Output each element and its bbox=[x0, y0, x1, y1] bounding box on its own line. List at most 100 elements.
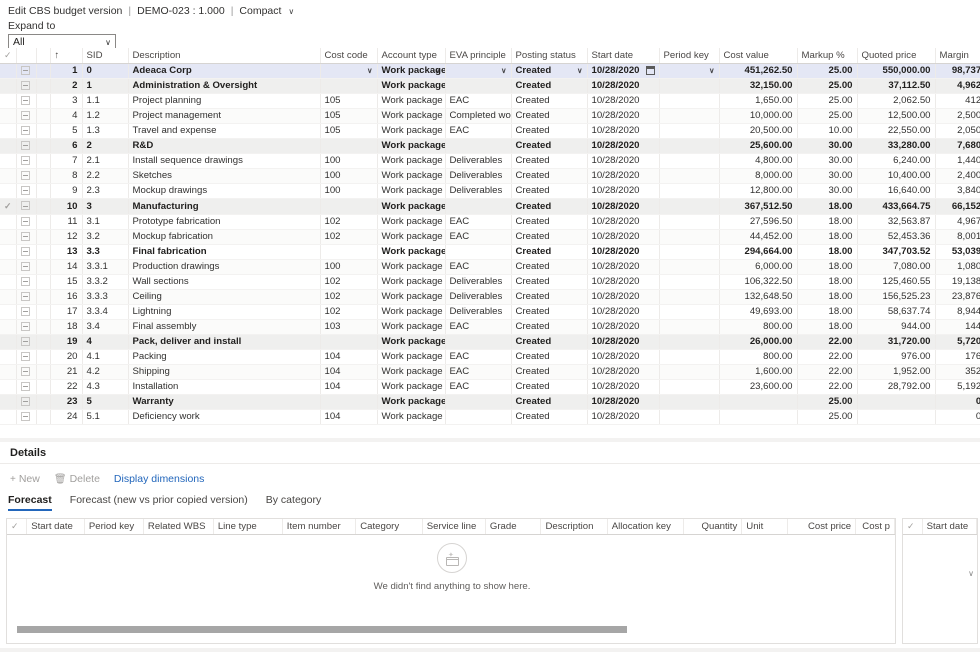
row-select-checkbox[interactable] bbox=[0, 289, 17, 305]
row-collapse-toggle[interactable] bbox=[16, 394, 37, 410]
row-collapse-toggle[interactable] bbox=[16, 319, 37, 335]
forecast-col-header-related-wbs[interactable]: Related WBS bbox=[143, 519, 214, 535]
table-row[interactable]: 24 5.1 Deficiency work 104 Work package Creat… bbox=[0, 409, 980, 425]
row-select-checkbox[interactable] bbox=[0, 229, 17, 245]
row-select-checkbox[interactable] bbox=[0, 274, 17, 290]
forecast-col-header-item-number[interactable]: Item number bbox=[282, 519, 357, 535]
table-row[interactable]: 7 2.1 Install sequence drawings 100 Work pac… bbox=[0, 153, 980, 169]
row-collapse-toggle[interactable] bbox=[16, 93, 37, 109]
col-header-account-type[interactable]: Account type bbox=[377, 48, 446, 64]
table-row[interactable]: 6 2 R&D Work package Created 10/28/2020 25,600… bbox=[0, 138, 980, 154]
table-row[interactable]: 18 3.4 Final assembly 103 Work package EAC Cre… bbox=[0, 319, 980, 335]
row-select-checkbox[interactable] bbox=[0, 244, 17, 260]
table-row[interactable]: 1 0 Adeaca Corp ∨ ∨ Work package ∨ ∨ Created 10/2… bbox=[0, 63, 980, 79]
row-select-checkbox[interactable] bbox=[0, 123, 17, 139]
row-select-checkbox[interactable] bbox=[0, 319, 17, 335]
row-collapse-toggle[interactable] bbox=[16, 409, 37, 425]
row-collapse-toggle[interactable] bbox=[16, 379, 37, 395]
table-row[interactable]: 20 4.1 Packing 104 Work package EAC Created 10/… bbox=[0, 349, 980, 365]
table-row[interactable]: 23 5 Warranty Work package Created 10/28/2020… bbox=[0, 394, 980, 410]
table-row[interactable]: 5 1.3 Travel and expense 105 Work package EAC… bbox=[0, 123, 980, 139]
row-collapse-toggle[interactable] bbox=[16, 198, 37, 215]
forecast-col-header-allocation-key[interactable]: Allocation key bbox=[607, 519, 685, 535]
table-row[interactable]: 15 3.3.2 Wall sections 102 Work package Deliv… bbox=[0, 274, 980, 290]
chevron-down-icon[interactable]: ∨ bbox=[709, 64, 715, 78]
table-row[interactable]: 3 1.1 Project planning 105 Work package EAC Cr… bbox=[0, 93, 980, 109]
horizontal-scrollbar-thumb[interactable] bbox=[17, 626, 627, 633]
table-row[interactable]: 4 1.2 Project management 105 Work package Com… bbox=[0, 108, 980, 124]
forecast-col-header-service-line[interactable]: Service line bbox=[422, 519, 486, 535]
table-row[interactable]: 8 2.2 Sketches 100 Work package Deliverables C… bbox=[0, 168, 980, 184]
forecast-select-all-header[interactable]: ✓ bbox=[7, 519, 28, 535]
row-collapse-toggle[interactable] bbox=[16, 168, 37, 184]
row-select-checkbox[interactable] bbox=[0, 394, 17, 410]
col-header-start-date[interactable]: Start date bbox=[587, 48, 660, 64]
table-row[interactable]: 16 3.3.3 Ceiling 102 Work package Deliverable… bbox=[0, 289, 980, 305]
forecast-col-header-description[interactable]: Description bbox=[540, 519, 608, 535]
col-header-eva-principle[interactable]: EVA principle bbox=[445, 48, 512, 64]
table-row[interactable]: 21 4.2 Shipping 104 Work package EAC Created 10… bbox=[0, 364, 980, 380]
chevron-down-icon[interactable]: ∨ bbox=[501, 64, 507, 78]
table-row[interactable]: 2 1 Administration & Oversight Work package… bbox=[0, 78, 980, 94]
forecast-col-header-line-type[interactable]: Line type bbox=[213, 519, 283, 535]
forecast-col-header-unit[interactable]: Unit bbox=[741, 519, 789, 535]
row-collapse-toggle[interactable] bbox=[16, 123, 37, 139]
cbs-budget-grid[interactable]: ✓ ↑ SID Description Cost code Account ty… bbox=[0, 48, 980, 438]
calendar-icon[interactable] bbox=[645, 66, 655, 75]
col-header-sid[interactable]: SID bbox=[82, 48, 129, 64]
table-row[interactable]: 9 2.3 Mockup drawings 100 Work package Delive… bbox=[0, 183, 980, 199]
row-select-checkbox[interactable] bbox=[0, 304, 17, 320]
chevron-down-icon[interactable]: ∨ bbox=[435, 64, 441, 78]
row-collapse-toggle[interactable] bbox=[16, 229, 37, 245]
table-row[interactable]: ✓ 10 3 Manufacturing Work package Created 10/2… bbox=[0, 198, 980, 215]
col-header-posting-status[interactable]: Posting status bbox=[511, 48, 588, 64]
chevron-down-icon[interactable]: ∨ bbox=[577, 64, 583, 78]
table-row[interactable]: 22 4.3 Installation 104 Work package EAC Creat… bbox=[0, 379, 980, 395]
row-collapse-toggle[interactable] bbox=[16, 259, 37, 275]
row-select-checkbox[interactable] bbox=[0, 214, 17, 230]
delete-button[interactable]: 🗑 Delete bbox=[54, 473, 100, 485]
row-collapse-toggle[interactable] bbox=[16, 289, 37, 305]
display-dimensions-button[interactable]: Display dimensions bbox=[114, 473, 204, 485]
col-header-markup[interactable]: Markup % bbox=[797, 48, 858, 64]
col-header-description[interactable]: Description bbox=[128, 48, 321, 64]
row-collapse-toggle[interactable] bbox=[16, 334, 37, 350]
col-header-period-key[interactable]: Period key bbox=[659, 48, 720, 64]
row-select-checkbox[interactable] bbox=[0, 183, 17, 199]
forecast-col-header-start-date[interactable]: Start date bbox=[26, 519, 85, 535]
row-select-checkbox[interactable] bbox=[0, 334, 17, 350]
row-select-checkbox[interactable] bbox=[0, 259, 17, 275]
row-select-checkbox[interactable] bbox=[0, 138, 17, 154]
forecast-grid-panel[interactable]: ✓ Start date Period key Related WBS Line typ… bbox=[6, 518, 896, 644]
row-select-checkbox[interactable] bbox=[0, 78, 17, 94]
row-collapse-toggle[interactable] bbox=[16, 364, 37, 380]
row-collapse-toggle[interactable] bbox=[16, 183, 37, 199]
rownum-column-header[interactable]: ↑ bbox=[50, 48, 83, 64]
table-row[interactable]: 14 3.3.1 Production drawings 100 Work packag… bbox=[0, 259, 980, 275]
row-select-checkbox[interactable] bbox=[0, 364, 17, 380]
row-collapse-toggle[interactable] bbox=[16, 108, 37, 124]
view-mode-button[interactable]: Compact ∨ bbox=[239, 5, 294, 17]
row-collapse-toggle[interactable] bbox=[16, 138, 37, 154]
row-select-checkbox[interactable] bbox=[0, 93, 17, 109]
row-collapse-toggle[interactable] bbox=[16, 274, 37, 290]
row-select-checkbox[interactable] bbox=[0, 409, 17, 425]
select-all-header[interactable]: ✓ bbox=[0, 48, 17, 64]
col-header-cost-code[interactable]: Cost code bbox=[320, 48, 378, 64]
forecast-col-header-category[interactable]: Category bbox=[355, 519, 423, 535]
col-header-quoted-price[interactable]: Quoted price bbox=[857, 48, 936, 64]
row-select-checkbox[interactable]: ✓ bbox=[0, 198, 17, 215]
row-collapse-toggle[interactable] bbox=[16, 349, 37, 365]
row-collapse-toggle[interactable] bbox=[16, 63, 37, 79]
row-select-checkbox[interactable] bbox=[0, 168, 17, 184]
row-select-checkbox[interactable] bbox=[0, 379, 17, 395]
table-row[interactable]: 19 4 Pack, deliver and install Work package… bbox=[0, 334, 980, 350]
side-select-all-header[interactable]: ✓ bbox=[903, 519, 923, 535]
horizontal-scrollbar-track[interactable] bbox=[9, 626, 889, 638]
row-select-checkbox[interactable] bbox=[0, 108, 17, 124]
table-row[interactable]: 11 3.1 Prototype fabrication 102 Work packag… bbox=[0, 214, 980, 230]
side-col-header-start-date[interactable]: Start date bbox=[922, 519, 977, 535]
col-header-margin[interactable]: Margin bbox=[935, 48, 980, 64]
row-select-checkbox[interactable] bbox=[0, 349, 17, 365]
row-collapse-toggle[interactable] bbox=[16, 153, 37, 169]
